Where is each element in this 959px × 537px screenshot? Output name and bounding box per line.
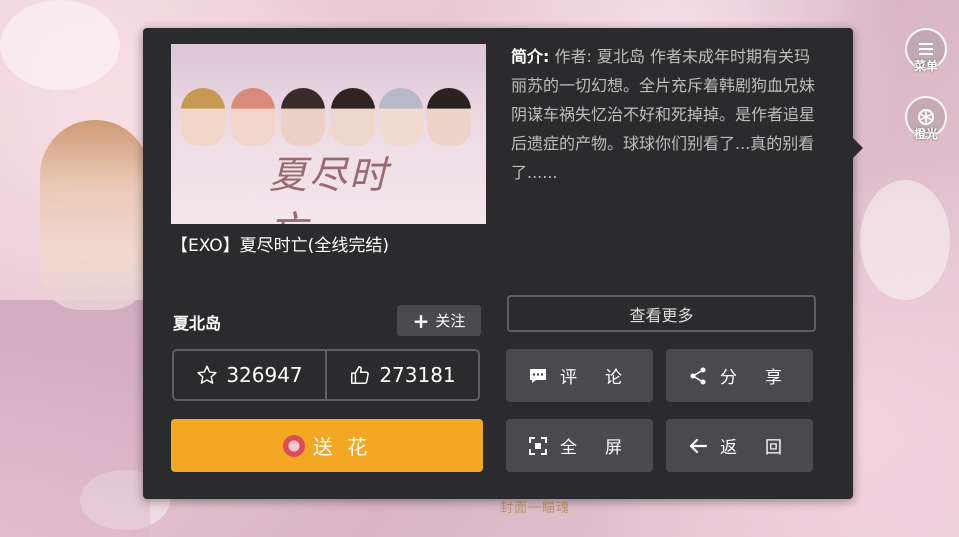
flower-icon	[282, 434, 305, 457]
share-icon	[690, 367, 706, 384]
cover-face	[281, 88, 325, 146]
orange-light-button-label: 橙光	[913, 127, 939, 141]
intro-label: 简介:	[511, 47, 550, 66]
menu-button-label: 菜单	[913, 59, 939, 73]
view-more-button[interactable]: 查看更多	[507, 295, 816, 332]
fullscreen-label: 全屏	[560, 438, 650, 458]
follow-button[interactable]: + 关注	[397, 305, 481, 336]
stats-box: 326947 273181	[172, 349, 480, 401]
intro-text: 作者: 夏北岛 作者未成年时期有关玛丽苏的一切幻想。全片充斥着韩剧狗血兄妹阴谋车…	[511, 47, 816, 182]
city-backdrop	[0, 300, 150, 537]
send-flower-button[interactable]: 送 花	[171, 419, 483, 472]
like-count: 273181	[379, 363, 456, 387]
background-caption: 封面一瞄魂	[500, 501, 571, 516]
favorite-stat[interactable]: 326947	[174, 351, 325, 399]
fullscreen-icon	[529, 436, 547, 455]
work-title: 【EXO】夏尽时亡(全线完结)	[171, 236, 389, 256]
fullscreen-button[interactable]: 全屏	[506, 419, 653, 472]
cover-face	[181, 88, 225, 146]
background-portrait	[40, 120, 150, 310]
star-icon	[197, 365, 218, 384]
orange-light-icon	[918, 109, 934, 125]
arrow-left-icon	[689, 438, 708, 453]
cover-face	[231, 88, 275, 146]
send-flower-label: 送 花	[312, 435, 372, 459]
back-label: 返回	[720, 438, 810, 458]
work-detail-panel: 夏尽时亡 【EXO】夏尽时亡(全线完结) 简介: 作者: 夏北岛 作者未成年时期…	[143, 28, 853, 499]
intro: 简介: 作者: 夏北岛 作者未成年时期有关玛丽苏的一切幻想。全片充斥着韩剧狗血兄…	[511, 42, 826, 187]
cover-face	[427, 88, 471, 146]
back-button[interactable]: 返回	[666, 419, 813, 472]
cover-face	[379, 88, 423, 146]
cover-title: 夏尽时亡	[269, 153, 390, 224]
like-stat[interactable]: 273181	[325, 351, 478, 399]
comment-button[interactable]: 评论	[506, 349, 653, 402]
follow-button-label: 关注	[435, 312, 466, 330]
thumbs-up-icon	[351, 366, 370, 384]
cover-face	[331, 88, 375, 146]
menu-button[interactable]: 菜单	[905, 28, 947, 73]
share-label: 分享	[720, 368, 810, 388]
comment-label: 评论	[560, 368, 650, 388]
menu-icon	[919, 43, 933, 55]
author-name[interactable]: 夏北岛	[173, 310, 221, 334]
blossom-decoration	[860, 180, 950, 300]
plus-icon: +	[412, 308, 430, 333]
share-button[interactable]: 分享	[666, 349, 813, 402]
favorite-count: 326947	[226, 363, 303, 387]
panel-pointer	[853, 138, 863, 158]
orange-light-button[interactable]: 橙光	[905, 96, 947, 141]
blossom-decoration	[0, 0, 120, 90]
comment-icon	[530, 368, 546, 383]
cover-image[interactable]: 夏尽时亡	[171, 44, 486, 224]
